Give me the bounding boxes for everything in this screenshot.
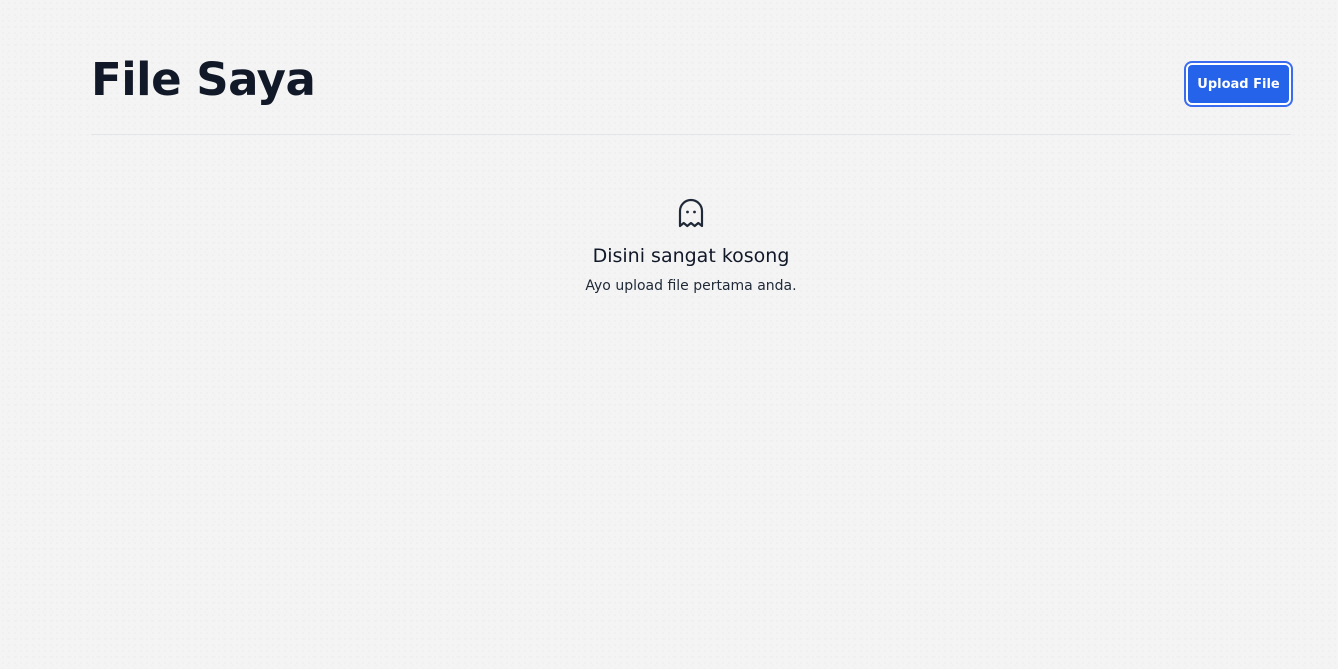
page-header: File Saya Upload File: [91, 0, 1291, 135]
ghost-icon: [676, 196, 706, 230]
upload-file-button[interactable]: Upload File: [1186, 63, 1291, 105]
empty-state-subtitle: Ayo upload file pertama anda.: [585, 278, 797, 294]
page-container: File Saya Upload File Disini sangat koso…: [91, 0, 1291, 294]
empty-state: Disini sangat kosong Ayo upload file per…: [91, 196, 1291, 296]
page-title: File Saya: [91, 53, 316, 106]
empty-state-title: Disini sangat kosong: [592, 245, 790, 267]
